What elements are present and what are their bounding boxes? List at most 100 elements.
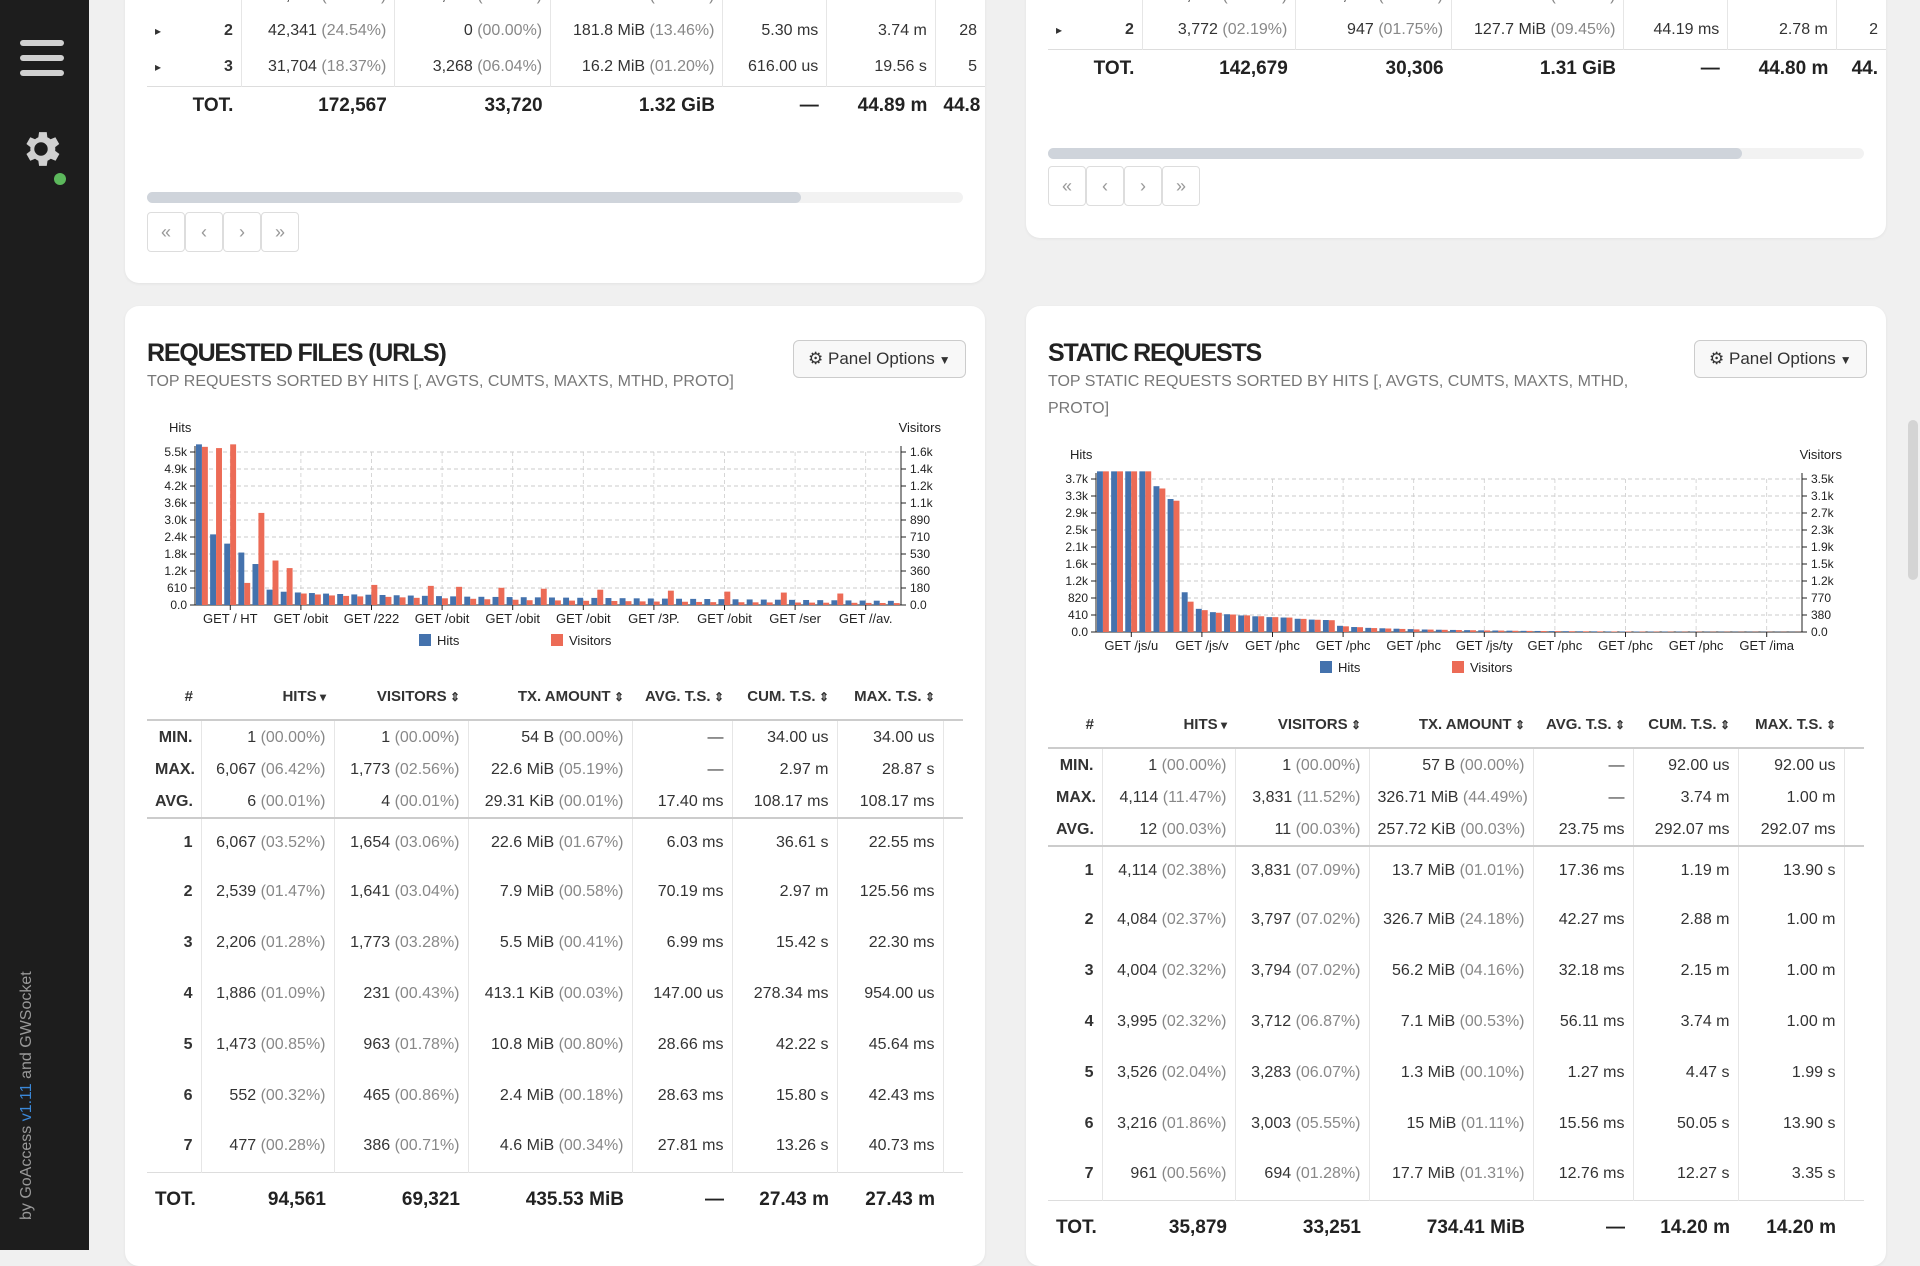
visitors-bar[interactable]	[1244, 615, 1250, 632]
visitors-bar[interactable]	[1159, 488, 1165, 632]
hits-bar[interactable]	[1506, 631, 1512, 632]
hits-bar[interactable]	[1139, 471, 1145, 632]
visitors-bar[interactable]	[696, 602, 702, 605]
visitors-bar[interactable]	[1428, 630, 1434, 632]
hits-bar[interactable]	[775, 600, 781, 605]
table-row[interactable]: ▸242,341 (24.54%)0 (00.00%)181.8 MiB (13…	[147, 12, 985, 49]
hits-bar[interactable]	[224, 544, 230, 605]
visitors-bar[interactable]	[371, 585, 377, 605]
visitors-bar[interactable]	[851, 603, 857, 605]
visitors-bar[interactable]	[498, 588, 504, 605]
next-page-button[interactable]: ›	[223, 212, 261, 252]
table-row[interactable]: ▸1138,907 (00.49%)29,359 (94.38%)1.2 GiB…	[1048, 0, 1886, 12]
next-page-button[interactable]: ›	[1124, 166, 1162, 206]
visitors-bar[interactable]	[682, 602, 688, 605]
hits-bar[interactable]	[351, 594, 357, 605]
hits-bar[interactable]	[1492, 631, 1498, 632]
table-row[interactable]: 41,886 (01.09%)231 (00.43%)413.1 KiB (00…	[147, 968, 963, 1019]
visitors-bar[interactable]	[216, 448, 222, 605]
visitors-bar[interactable]	[1103, 471, 1109, 632]
hits-bar[interactable]	[1605, 631, 1611, 632]
hits-bar[interactable]	[1097, 471, 1103, 632]
col-header-hits[interactable]: HITS ▾	[201, 674, 334, 720]
visitors-bar[interactable]	[640, 601, 646, 605]
visitors-bar[interactable]	[456, 587, 462, 605]
last-page-button[interactable]: »	[261, 212, 299, 252]
visitors-bar[interactable]	[795, 603, 801, 605]
hits-bar[interactable]	[493, 597, 499, 605]
table-row[interactable]: 32,206 (01.28%)1,773 (03.28%)5.5 MiB (00…	[147, 917, 963, 968]
visitors-bar[interactable]	[1583, 631, 1589, 632]
table-row[interactable]: 53,526 (02.04%)3,283 (06.07%)1.3 MiB (00…	[1048, 1047, 1864, 1098]
visitors-bar[interactable]	[555, 600, 561, 605]
hits-bar[interactable]	[1379, 628, 1385, 632]
hits-bar[interactable]	[1436, 630, 1442, 632]
expand-toggle-icon[interactable]: ▸	[147, 12, 178, 49]
hits-bar[interactable]	[196, 444, 202, 605]
hits-bar[interactable]	[1422, 630, 1428, 632]
visitors-bar[interactable]	[541, 589, 547, 605]
visitors-bar[interactable]	[1145, 471, 1151, 632]
visitors-bar[interactable]	[1117, 471, 1123, 632]
visitors-bar[interactable]	[1484, 630, 1490, 632]
col-header-cum-ts[interactable]: CUM. T.S. ⇕	[732, 674, 837, 720]
visitors-bar[interactable]	[1512, 631, 1518, 632]
hits-bar[interactable]	[1252, 616, 1258, 632]
hits-bar[interactable]	[718, 599, 724, 605]
hits-bar[interactable]	[365, 595, 371, 605]
visitors-bar[interactable]	[1597, 631, 1603, 632]
visitors-bar[interactable]	[414, 598, 420, 605]
hits-bar[interactable]	[1450, 630, 1456, 632]
hits-bar[interactable]	[1196, 609, 1202, 632]
visitors-bar[interactable]	[880, 603, 886, 605]
visitors-bar[interactable]	[1230, 615, 1236, 632]
hits-bar[interactable]	[309, 593, 315, 605]
visitors-bar[interactable]	[470, 599, 476, 605]
top-left-scrollbar[interactable]	[147, 192, 963, 203]
visitors-bar[interactable]	[823, 603, 829, 605]
col-header-tx-amount[interactable]: TX. AMOUNT ⇕	[1369, 702, 1533, 748]
visitors-bar[interactable]	[329, 595, 335, 605]
hits-bar[interactable]	[238, 553, 244, 605]
visitors-bar[interactable]	[357, 596, 363, 605]
hits-bar[interactable]	[1464, 630, 1470, 632]
hits-bar[interactable]	[1365, 628, 1371, 632]
visitors-bar[interactable]	[1569, 631, 1575, 632]
first-page-button[interactable]: «	[1048, 166, 1086, 206]
visitors-bar[interactable]	[611, 601, 617, 605]
hits-bar[interactable]	[563, 598, 569, 605]
hits-bar[interactable]	[1125, 471, 1131, 632]
hits-bar[interactable]	[648, 598, 654, 605]
hits-bar[interactable]	[1563, 631, 1569, 632]
hits-bar[interactable]	[464, 597, 470, 605]
hits-bar[interactable]	[1394, 629, 1400, 632]
visitors-bar[interactable]	[866, 603, 872, 605]
hits-bar[interactable]	[620, 598, 626, 605]
hits-bar[interactable]	[408, 596, 414, 605]
prev-page-button[interactable]: ‹	[185, 212, 223, 252]
col-header-avg-ts[interactable]: AVG. T.S. ⇕	[632, 674, 732, 720]
hits-bar[interactable]	[535, 597, 541, 605]
top-right-scroll-thumb[interactable]	[1048, 148, 1742, 159]
visitors-bar[interactable]	[753, 602, 759, 605]
hits-bar[interactable]	[1591, 631, 1597, 632]
visitors-bar[interactable]	[1216, 613, 1222, 632]
col-header-cum-ts[interactable]: CUM. T.S. ⇕	[1633, 702, 1738, 748]
hits-bar[interactable]	[478, 597, 484, 605]
visitors-bar[interactable]	[724, 592, 730, 605]
visitors-bar[interactable]	[1611, 631, 1617, 632]
visitors-bar[interactable]	[1258, 616, 1264, 632]
hits-bar[interactable]	[1111, 471, 1117, 632]
hits-bar[interactable]	[210, 534, 216, 605]
col-header-tx-amount[interactable]: TX. AMOUNT ⇕	[468, 674, 632, 720]
visitors-bar[interactable]	[809, 603, 815, 605]
hits-bar[interactable]	[1182, 592, 1188, 632]
visitors-bar[interactable]	[1371, 628, 1377, 632]
visitors-bar[interactable]	[1131, 471, 1137, 632]
panel-options-button[interactable]: ⚙ Panel Options▼	[793, 340, 966, 378]
visitors-bar[interactable]	[202, 447, 208, 605]
visitors-bar[interactable]	[315, 594, 321, 605]
expand-toggle-icon[interactable]: ▸	[147, 0, 178, 12]
visitors-bar[interactable]	[837, 594, 843, 605]
col-header-max-ts[interactable]: MAX. T.S. ⇕	[837, 674, 943, 720]
